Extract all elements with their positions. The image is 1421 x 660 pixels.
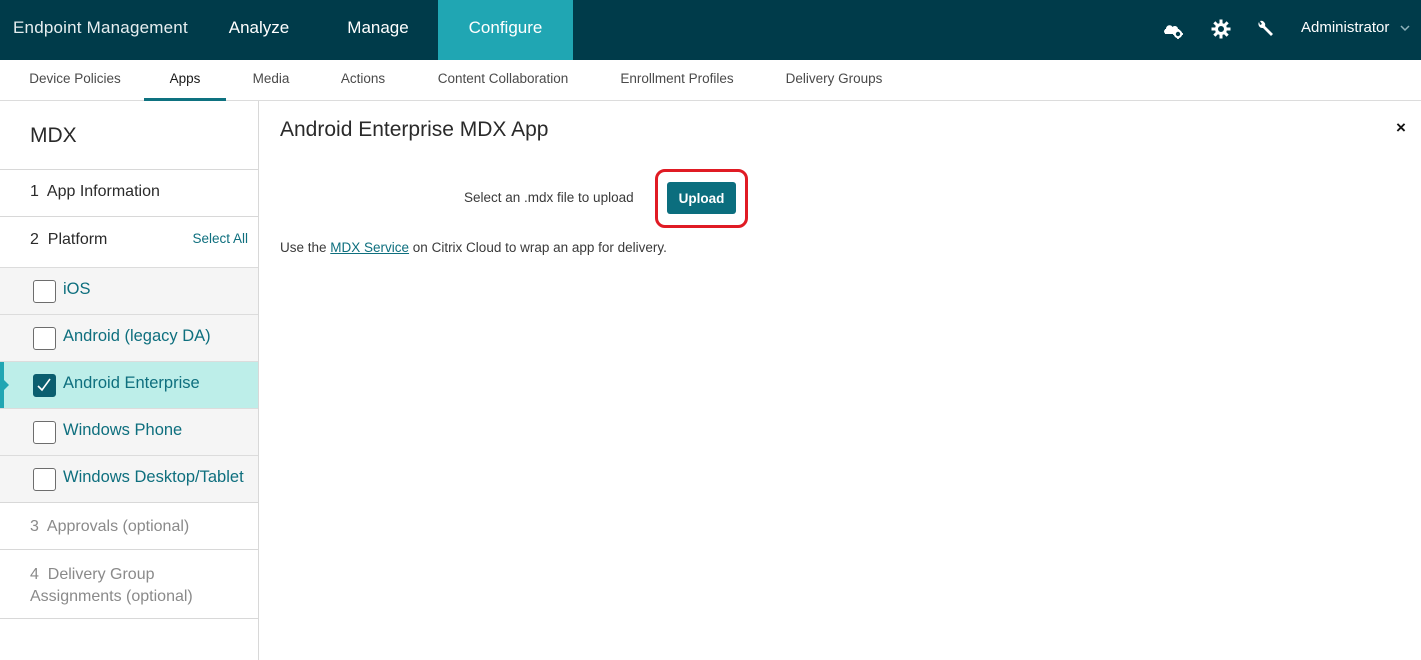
step-number: 1 bbox=[30, 183, 39, 200]
checkbox[interactable] bbox=[33, 327, 56, 350]
checkbox-checked[interactable] bbox=[33, 374, 56, 397]
tab-delivery-groups[interactable]: Delivery Groups bbox=[770, 60, 898, 101]
nav-configure[interactable]: Configure bbox=[438, 0, 573, 60]
checkbox[interactable] bbox=[33, 280, 56, 303]
wrench-icon[interactable] bbox=[1253, 17, 1277, 41]
step-approvals[interactable]: 3 Approvals (optional) bbox=[0, 502, 258, 549]
close-icon[interactable]: × bbox=[1396, 118, 1406, 138]
select-all-link[interactable]: Select All bbox=[192, 231, 248, 246]
checkbox[interactable] bbox=[33, 421, 56, 444]
step-label: Delivery Group bbox=[47, 566, 155, 583]
mdx-service-note: Use the MDX Service on Citrix Cloud to w… bbox=[280, 240, 667, 255]
platform-label: Android Enterprise bbox=[63, 374, 200, 392]
nav-analyze[interactable]: Analyze bbox=[199, 0, 319, 60]
platform-label: Windows Desktop/Tablet bbox=[63, 468, 244, 486]
platform-label: iOS bbox=[63, 280, 91, 298]
step-label: Approvals (optional) bbox=[46, 518, 190, 535]
brand-title: Endpoint Management bbox=[13, 18, 188, 37]
checkmark-icon bbox=[37, 378, 51, 392]
upload-label: Select an .mdx file to upload bbox=[464, 190, 634, 205]
user-name: Administrator bbox=[1301, 19, 1390, 36]
chevron-down-icon bbox=[1400, 0, 1410, 56]
selection-arrow-icon bbox=[4, 380, 9, 390]
platform-label: Windows Phone bbox=[63, 421, 183, 439]
platform-android-legacy[interactable]: Android (legacy DA) bbox=[0, 314, 258, 361]
cloud-settings-icon[interactable] bbox=[1161, 17, 1185, 41]
step-number: 3 bbox=[30, 518, 39, 535]
tab-enrollment-profiles[interactable]: Enrollment Profiles bbox=[604, 60, 750, 101]
step-platform[interactable]: 2 Platform Select All bbox=[0, 216, 258, 264]
step-number: 4 bbox=[30, 566, 39, 583]
platform-android-enterprise[interactable]: Android Enterprise bbox=[0, 361, 258, 408]
platform-label: Android (legacy DA) bbox=[63, 327, 211, 345]
tab-apps[interactable]: Apps bbox=[144, 60, 226, 101]
nav-manage[interactable]: Manage bbox=[319, 0, 437, 60]
sub-nav: Device Policies Apps Media Actions Conte… bbox=[0, 60, 1421, 101]
step-label: App Information bbox=[46, 183, 160, 200]
tab-media[interactable]: Media bbox=[236, 60, 306, 101]
wizard-sidebar: MDX 1 App Information 2 Platform Select … bbox=[0, 101, 259, 660]
tab-content-collaboration[interactable]: Content Collaboration bbox=[420, 60, 586, 101]
tab-actions[interactable]: Actions bbox=[322, 60, 404, 101]
sidebar-title: MDX bbox=[30, 124, 77, 147]
step-label: Platform bbox=[47, 231, 108, 248]
page-title: Android Enterprise MDX App bbox=[280, 118, 549, 141]
mdx-service-link[interactable]: MDX Service bbox=[330, 240, 409, 255]
user-menu[interactable]: Administrator bbox=[1301, 0, 1410, 60]
platform-windows-desktop-tablet[interactable]: Windows Desktop/Tablet bbox=[0, 455, 258, 502]
step-delivery-group-assignments[interactable]: 4 Delivery Group Assignments (optional) bbox=[0, 549, 258, 619]
upload-button[interactable]: Upload bbox=[667, 182, 736, 214]
step-app-information[interactable]: 1 App Information bbox=[0, 169, 258, 216]
platform-ios[interactable]: iOS bbox=[0, 267, 258, 314]
tab-device-policies[interactable]: Device Policies bbox=[14, 60, 136, 101]
top-bar: Endpoint Management Analyze Manage Confi… bbox=[0, 0, 1421, 60]
step-number: 2 bbox=[30, 231, 39, 248]
platform-windows-phone[interactable]: Windows Phone bbox=[0, 408, 258, 455]
step-label-continued: Assignments (optional) bbox=[30, 588, 193, 605]
checkbox[interactable] bbox=[33, 468, 56, 491]
gear-icon[interactable] bbox=[1209, 17, 1233, 41]
